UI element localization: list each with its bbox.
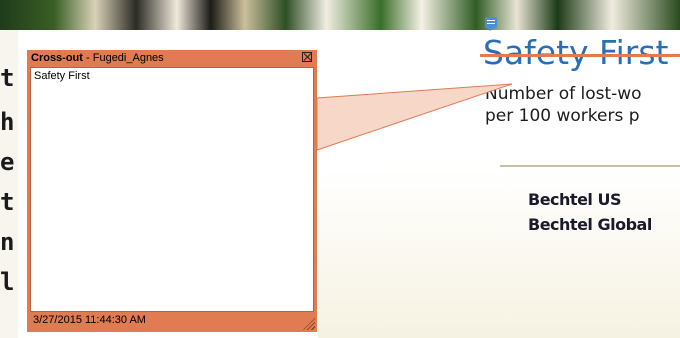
annotation-type-label: Cross-out — [31, 52, 83, 64]
resize-grip-icon[interactable] — [303, 318, 315, 330]
popup-header[interactable]: Cross-out - Fugedi_Agnes — [27, 50, 317, 66]
annotation-timestamp: 3/27/2015 11:44:30 AM — [33, 314, 146, 326]
annotation-author: Fugedi_Agnes — [92, 52, 164, 64]
close-box-icon[interactable] — [302, 52, 312, 62]
annotation-comment-text[interactable]: Safety First — [30, 67, 314, 312]
header-separator: - — [82, 52, 93, 64]
annotation-content: Safety First — [34, 70, 90, 82]
annotation-popup[interactable]: Cross-out - Fugedi_Agnes Safety First 3/… — [27, 50, 317, 332]
